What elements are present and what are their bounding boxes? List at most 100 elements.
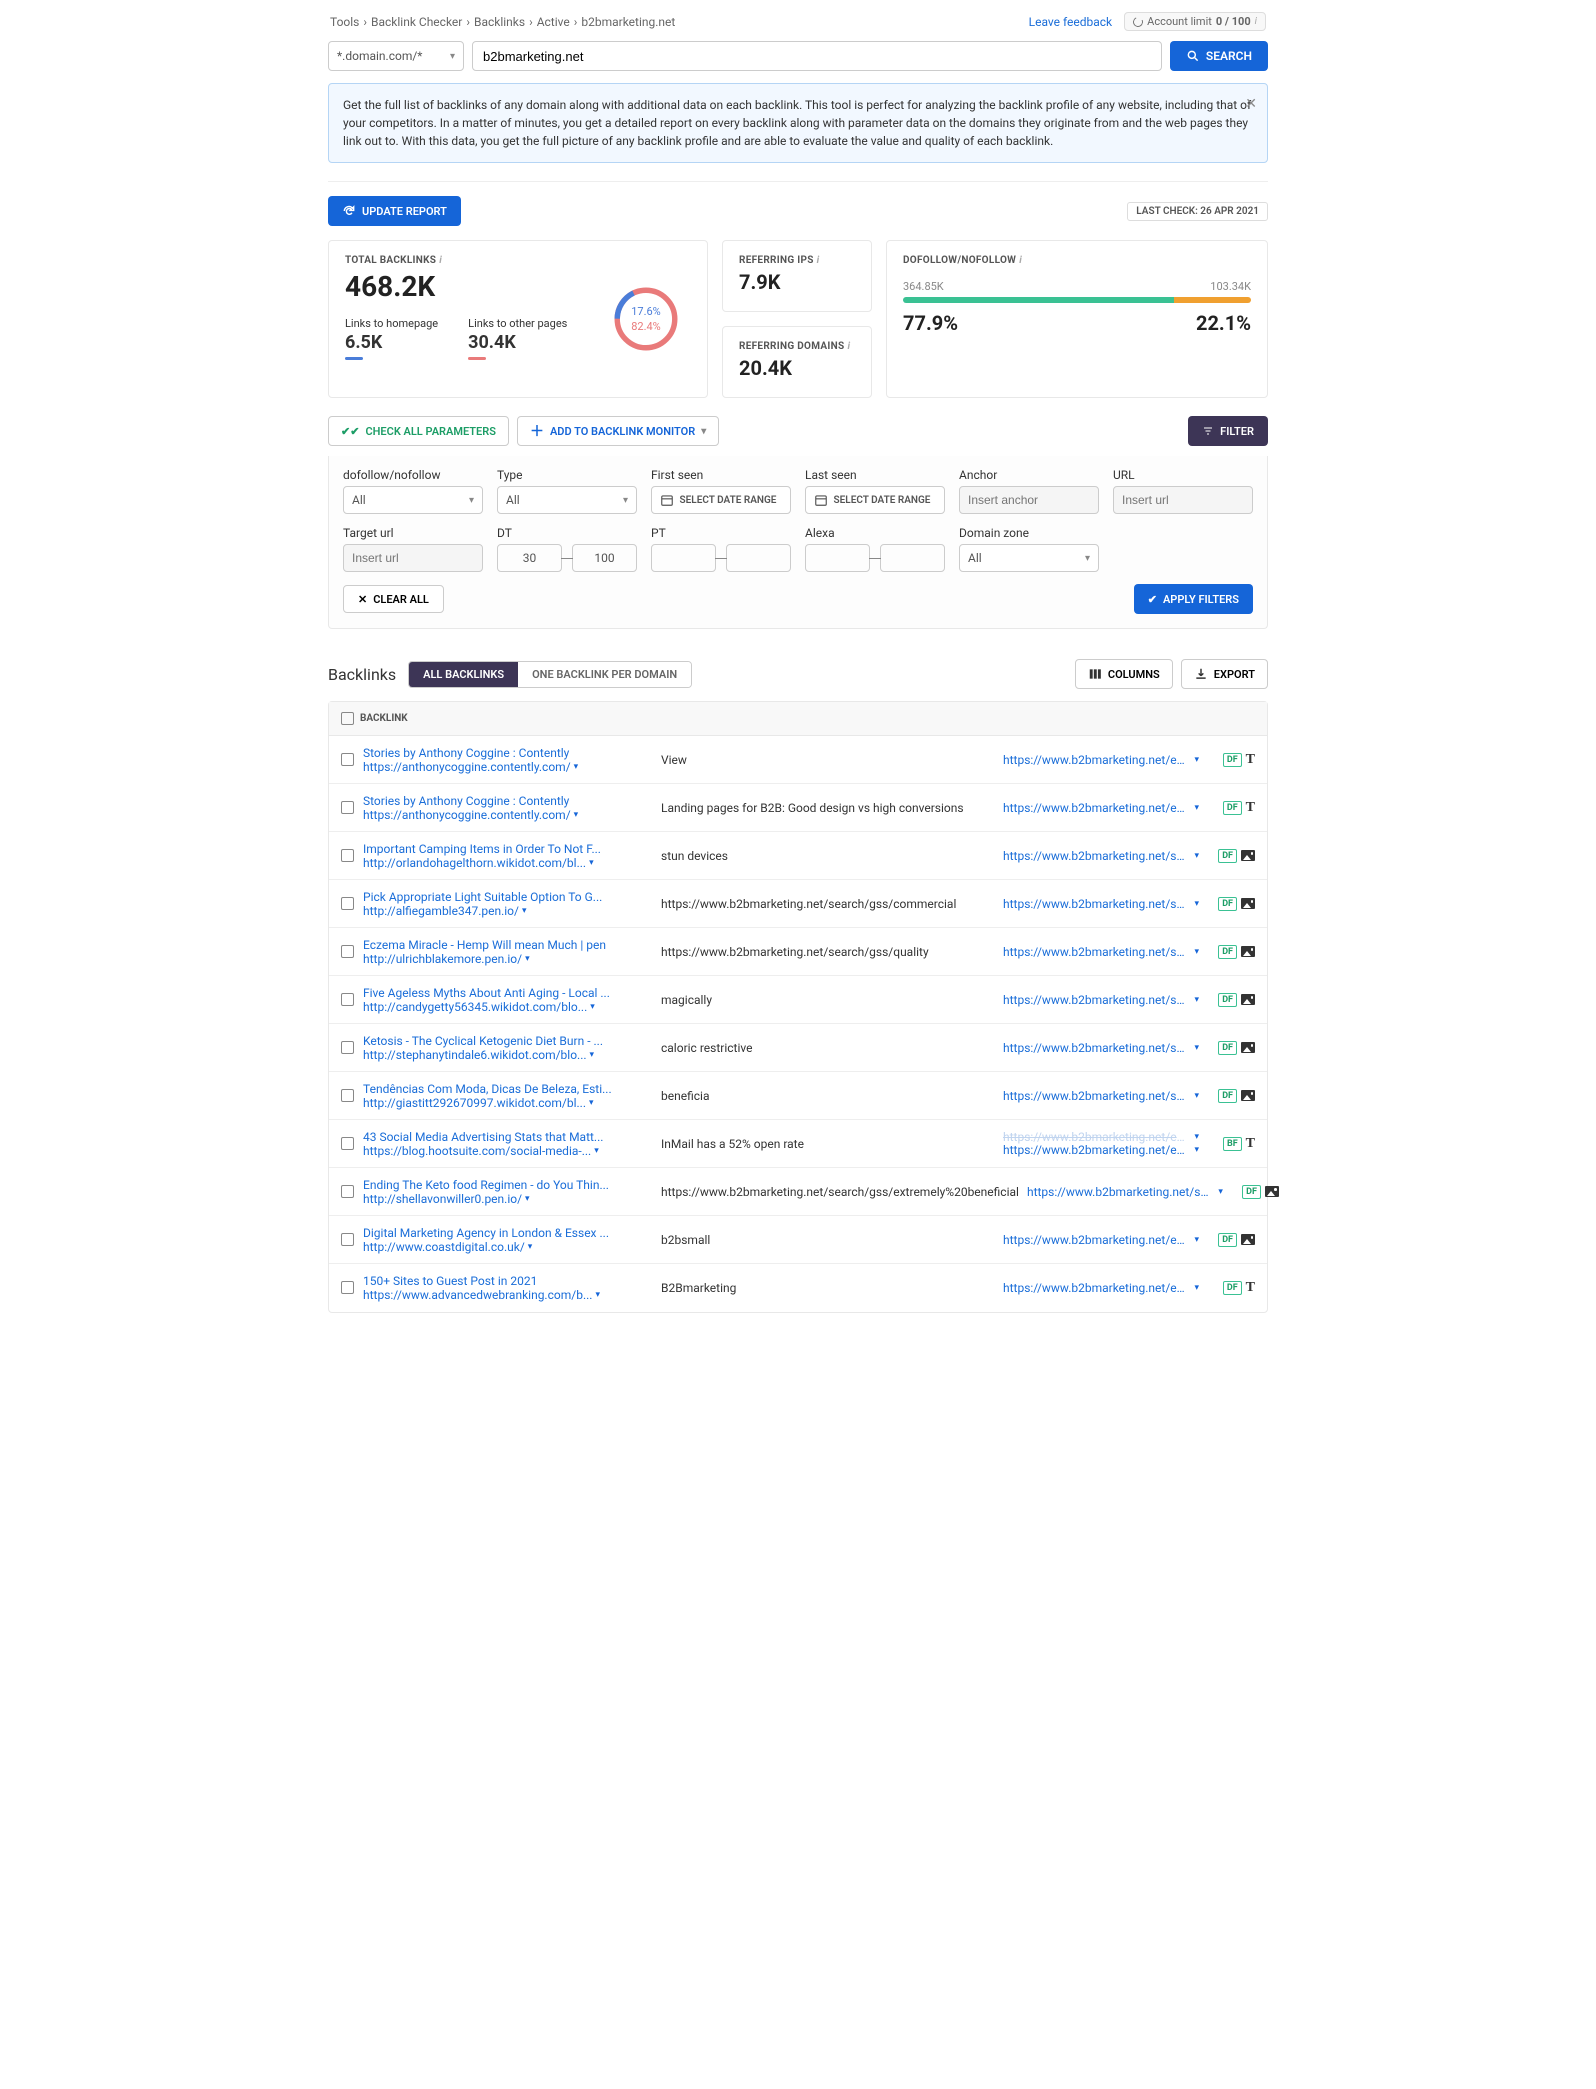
last-seen-date[interactable]: SELECT DATE RANGE [805,486,945,514]
select-all-checkbox[interactable] [341,712,354,725]
chevron-down-icon[interactable]: ▾ [589,1098,594,1108]
add-to-monitor-button[interactable]: ＋ ADD TO BACKLINK MONITOR ▾ [517,416,719,446]
domain-mode-select[interactable]: *.domain.com/* ▾ [328,41,464,71]
chevron-down-icon[interactable]: ▾ [1194,1283,1199,1293]
chevron-down-icon[interactable]: ▾ [590,1002,595,1012]
source-url[interactable]: http://shellavonwiller0.pen.io/ [363,1192,522,1206]
breadcrumb[interactable]: Tools› Backlink Checker› Backlinks› Acti… [330,15,675,29]
columns-button[interactable]: COLUMNS [1075,659,1173,689]
source-url[interactable]: https://anthonycoggine.contently.com/ [363,808,571,822]
source-title[interactable]: Pick Appropriate Light Suitable Option T… [363,890,645,904]
source-title[interactable]: Important Camping Items in Order To Not … [363,842,645,856]
source-url[interactable]: https://anthonycoggine.contently.com/ [363,760,571,774]
first-seen-date[interactable]: SELECT DATE RANGE [651,486,791,514]
check-all-parameters-button[interactable]: ✔✔ CHECK ALL PARAMETERS [328,416,509,446]
chevron-down-icon[interactable]: ▾ [1194,995,1199,1005]
target-url-input[interactable] [343,544,483,572]
source-url[interactable]: https://www.advancedwebranking.com/b... [363,1288,592,1302]
alexa-range[interactable] [805,544,945,572]
target-url[interactable]: https://www.b2bmarketing.net/search... [1003,1089,1190,1103]
chevron-down-icon[interactable]: ▾ [1194,755,1199,765]
leave-feedback-link[interactable]: Leave feedback [1029,15,1113,29]
pt-range[interactable] [651,544,791,572]
chevron-down-icon[interactable]: ▾ [574,762,579,772]
dofollow-select[interactable]: All▾ [343,486,483,514]
target-url[interactable]: https://www.b2bmarketing.net/search... [1003,1041,1190,1055]
info-icon[interactable]: i [1255,16,1257,27]
row-checkbox[interactable] [341,1185,354,1198]
source-url[interactable]: http://candygetty56345.wikidot.com/blo..… [363,1000,587,1014]
row-checkbox[interactable] [341,1137,354,1150]
row-checkbox[interactable] [341,1041,354,1054]
chevron-down-icon[interactable]: ▾ [522,906,527,916]
domain-input[interactable] [472,41,1162,71]
chevron-down-icon[interactable]: ▾ [1194,947,1199,957]
target-url[interactable]: https://www.b2bmarketing.net/en-gb... [1003,801,1190,815]
chevron-down-icon[interactable]: ▾ [528,1242,533,1252]
source-url[interactable]: http://www.coastdigital.co.uk/ [363,1240,525,1254]
source-title[interactable]: 43 Social Media Advertising Stats that M… [363,1130,645,1144]
seg-all-backlinks[interactable]: ALL BACKLINKS [409,662,518,687]
chevron-down-icon[interactable]: ▾ [1194,803,1199,813]
source-url[interactable]: http://orlandohagelthorn.wikidot.com/bl.… [363,856,586,870]
crumb-domain[interactable]: b2bmarketing.net [581,15,675,29]
domain-zone-select[interactable]: All▾ [959,544,1099,572]
target-url[interactable]: https://www.b2bmarketing.net/search... [1027,1185,1214,1199]
chevron-down-icon[interactable]: ▾ [1194,1043,1199,1053]
row-checkbox[interactable] [341,1089,354,1102]
row-checkbox[interactable] [341,897,354,910]
source-title[interactable]: Tendências Com Moda, Dicas De Beleza, Es… [363,1082,645,1096]
chevron-down-icon[interactable]: ▾ [574,810,579,820]
target-url[interactable]: https://www.b2bmarketing.net/search... [1003,849,1190,863]
export-button[interactable]: EXPORT [1181,659,1268,689]
source-title[interactable]: Stories by Anthony Coggine : Contently [363,794,645,808]
source-url[interactable]: https://blog.hootsuite.com/social-media-… [363,1144,591,1158]
chevron-down-icon[interactable]: ▾ [1194,1235,1199,1245]
chevron-down-icon[interactable]: ▾ [1194,851,1199,861]
col-backlink[interactable]: BACKLINK [360,713,408,724]
source-title[interactable]: Ketosis - The Cyclical Ketogenic Diet Bu… [363,1034,645,1048]
source-title[interactable]: Digital Marketing Agency in London & Ess… [363,1226,645,1240]
row-checkbox[interactable] [341,993,354,1006]
info-icon[interactable]: i [847,341,850,352]
info-icon[interactable]: i [1019,255,1022,266]
info-icon[interactable]: i [817,255,820,266]
chevron-down-icon[interactable]: ▾ [525,954,530,964]
target-url[interactable]: https://www.b2bmarketing.net/en-gb... [1003,1233,1190,1247]
target-url[interactable]: https://www.b2bmarketing.net/search... [1003,993,1190,1007]
target-url[interactable]: https://www.b2bmarketing.net/en-gb... [1003,1281,1190,1295]
filter-toggle-button[interactable]: FILTER [1188,416,1268,446]
search-button[interactable]: SEARCH [1170,41,1268,71]
row-checkbox[interactable] [341,1281,354,1294]
crumb-tools[interactable]: Tools [330,15,359,29]
url-input[interactable] [1113,486,1253,514]
chevron-down-icon[interactable]: ▾ [1194,1091,1199,1101]
source-url[interactable]: http://giastitt292670997.wikidot.com/bl.… [363,1096,586,1110]
info-icon[interactable]: i [439,255,442,266]
chevron-down-icon[interactable]: ▾ [589,858,594,868]
source-url[interactable]: http://ulrichblakemore.pen.io/ [363,952,522,966]
source-title[interactable]: Ending The Keto food Regimen - do You Th… [363,1178,645,1192]
type-select[interactable]: All▾ [497,486,637,514]
source-url[interactable]: http://stephanytindale6.wikidot.com/blo.… [363,1048,587,1062]
row-checkbox[interactable] [341,945,354,958]
target-url[interactable]: https://www.b2bmarketing.net/en-gb... [1003,1143,1190,1157]
chevron-down-icon[interactable]: ▾ [1218,1187,1223,1197]
source-url[interactable]: http://alfiegamble347.pen.io/ [363,904,519,918]
source-title[interactable]: Five Ageless Myths About Anti Aging - Lo… [363,986,645,1000]
row-checkbox[interactable] [341,849,354,862]
source-title[interactable]: Eczema Miracle - Hemp Will mean Much | p… [363,938,645,952]
seg-one-per-domain[interactable]: ONE BACKLINK PER DOMAIN [518,662,691,687]
update-report-button[interactable]: UPDATE REPORT [328,196,461,226]
target-url-old[interactable]: https://www.b2bmarketing.net/en-gb... [1003,1130,1190,1144]
close-icon[interactable]: ✕ [1245,94,1257,115]
chevron-down-icon[interactable]: ▾ [525,1194,530,1204]
chevron-down-icon[interactable]: ▾ [1194,1132,1199,1142]
chevron-down-icon[interactable]: ▾ [594,1146,599,1156]
source-title[interactable]: Stories by Anthony Coggine : Contently [363,746,645,760]
anchor-input[interactable] [959,486,1099,514]
clear-all-button[interactable]: ✕CLEAR ALL [343,585,444,613]
apply-filters-button[interactable]: ✔APPLY FILTERS [1134,584,1253,614]
row-checkbox[interactable] [341,1233,354,1246]
target-url[interactable]: https://www.b2bmarketing.net/en-gb... [1003,753,1190,767]
